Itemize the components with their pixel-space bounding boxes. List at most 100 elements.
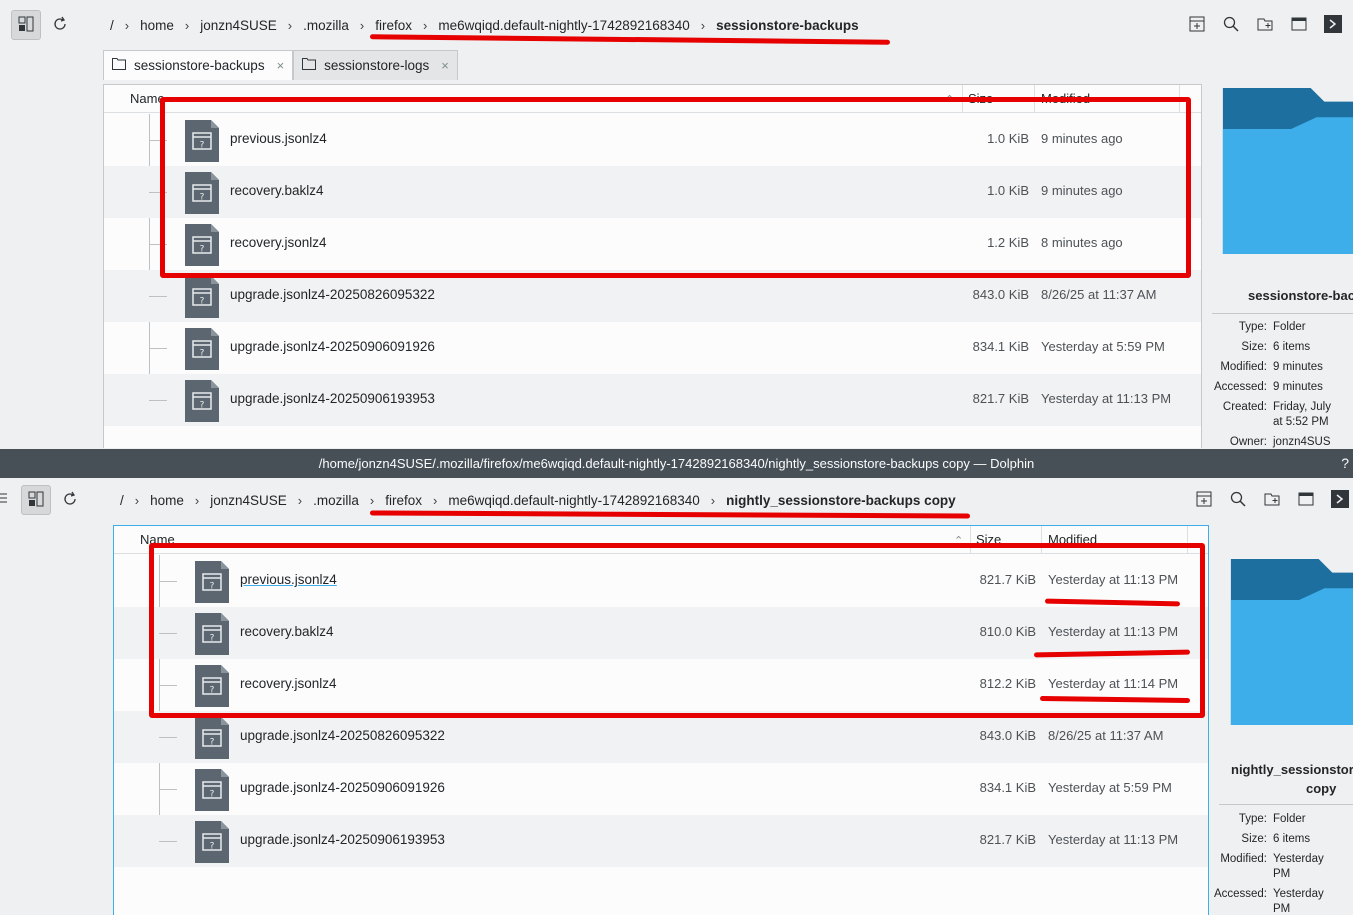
- breadcrumb-current[interactable]: sessionstore-backups: [716, 18, 859, 33]
- breadcrumb-firefox[interactable]: firefox: [385, 493, 422, 508]
- info-property-value: PM: [1273, 903, 1291, 915]
- divider: [1212, 313, 1353, 314]
- reload-icon: [52, 16, 68, 35]
- file-size: 1.0 KiB: [987, 183, 1029, 198]
- file-size: 834.1 KiB: [972, 339, 1029, 354]
- file-row[interactable]: recovery.jsonlz4 812.2 KiB Yesterday at 11…: [114, 659, 1208, 711]
- file-size: 821.7 KiB: [979, 832, 1036, 847]
- unknown-file-icon: [185, 224, 219, 266]
- breadcrumb-firefox[interactable]: firefox: [375, 18, 412, 33]
- window-icon: [1298, 491, 1314, 510]
- window-titlebar: /home/jonzn4SUSE/.mozilla/firefox/me6wqi…: [0, 449, 1353, 478]
- bottom-toolbar: / › home › jonzn4SUSE › .mozilla › firefox › …: [0, 485, 1353, 525]
- help-icon[interactable]: ?: [1341, 449, 1349, 478]
- split-view-button[interactable]: [21, 485, 51, 515]
- unknown-file-icon: [185, 380, 219, 422]
- file-row[interactable]: upgrade.jsonlz4-20250826095322 843.0 KiB 8…: [114, 711, 1208, 763]
- reload-button[interactable]: [55, 485, 85, 515]
- close-icon[interactable]: ×: [277, 58, 285, 73]
- close-icon[interactable]: ×: [441, 58, 449, 73]
- split-view-icon: [28, 491, 44, 510]
- terminal-icon: [1331, 489, 1349, 511]
- file-row[interactable]: previous.jsonlz4 821.7 KiB Yesterday at 11…: [114, 555, 1208, 607]
- chevron-right-icon: ›: [297, 492, 303, 508]
- column-modified[interactable]: Modified: [1041, 91, 1090, 106]
- file-row[interactable]: previous.jsonlz4 1.0 KiB 9 minutes ago: [104, 114, 1201, 166]
- file-row[interactable]: upgrade.jsonlz4-20250826095322 843.0 KiB 8…: [104, 270, 1201, 322]
- file-modified: 9 minutes ago: [1041, 183, 1123, 198]
- terminal-icon: [1324, 14, 1342, 36]
- info-property-key: Modified:: [1220, 853, 1267, 865]
- search-button[interactable]: [1216, 10, 1246, 40]
- split-view-button[interactable]: [11, 10, 41, 40]
- file-row[interactable]: recovery.jsonlz4 1.2 KiB 8 minutes ago: [104, 218, 1201, 270]
- breadcrumb-home[interactable]: home: [150, 493, 184, 508]
- breadcrumb-user[interactable]: jonzn4SUSE: [210, 493, 287, 508]
- breadcrumb-root[interactable]: /: [120, 493, 124, 508]
- tree-branch: [159, 737, 177, 738]
- chevron-right-icon: ›: [369, 492, 375, 508]
- tree-branch: [149, 140, 167, 141]
- file-modified: Yesterday at 11:13 PM: [1048, 572, 1179, 587]
- file-modified: Yesterday at 5:59 PM: [1048, 780, 1172, 795]
- column-header: Name ⌃ Size Modified: [104, 85, 1201, 113]
- file-size: 821.7 KiB: [979, 572, 1036, 587]
- file-name: upgrade.jsonlz4-20250906091926: [240, 780, 445, 795]
- tree-branch: [149, 348, 167, 349]
- info-property-value: Folder: [1273, 321, 1306, 333]
- column-name[interactable]: Name: [130, 91, 165, 106]
- column-name[interactable]: Name: [140, 532, 175, 547]
- tab-sessionstore-backups[interactable]: sessionstore-backups ×: [103, 50, 294, 80]
- search-button[interactable]: [1223, 485, 1253, 515]
- new-folder-button[interactable]: [1257, 485, 1287, 515]
- top-toolbar: / › home › jonzn4SUSE › .mozilla › firefox › …: [0, 10, 1353, 50]
- column-size[interactable]: Size: [968, 91, 993, 106]
- info-property-value: at 5:52 PM: [1273, 416, 1329, 428]
- new-tab-button[interactable]: [1182, 10, 1212, 40]
- unknown-file-icon: [195, 769, 229, 811]
- split-view-icon: [18, 16, 34, 35]
- breadcrumb-current[interactable]: nightly_sessionstore-backups copy: [726, 493, 956, 508]
- new-window-button[interactable]: [1284, 10, 1314, 40]
- new-window-button[interactable]: [1291, 485, 1321, 515]
- file-row[interactable]: upgrade.jsonlz4-20250906193953 821.7 KiB Y…: [104, 374, 1201, 426]
- reload-button[interactable]: [45, 10, 75, 40]
- file-row[interactable]: upgrade.jsonlz4-20250906193953 821.7 KiB Y…: [114, 815, 1208, 867]
- chevron-right-icon: ›: [124, 17, 130, 33]
- reload-icon: [62, 491, 78, 510]
- new-tab-icon: [1196, 491, 1212, 510]
- menu-button[interactable]: [1325, 485, 1353, 515]
- breadcrumb-user[interactable]: jonzn4SUSE: [200, 18, 277, 33]
- panel-toggle-button[interactable]: [0, 485, 16, 515]
- new-tab-button[interactable]: [1189, 485, 1219, 515]
- file-row[interactable]: upgrade.jsonlz4-20250906091926 834.1 KiB Y…: [104, 322, 1201, 374]
- new-folder-button[interactable]: [1250, 10, 1280, 40]
- info-property-value: 6 items: [1273, 833, 1311, 845]
- info-property-key: Modified:: [1220, 361, 1267, 373]
- tree-branch: [159, 685, 177, 686]
- tab-sessionstore-logs[interactable]: sessionstore-logs ×: [293, 50, 458, 80]
- file-row[interactable]: recovery.baklz4 810.0 KiB Yesterday at 11:…: [114, 607, 1208, 659]
- file-name: upgrade.jsonlz4-20250906193953: [230, 391, 435, 406]
- info-property-key: Type:: [1238, 321, 1267, 333]
- column-size[interactable]: Size: [976, 532, 1001, 547]
- column-modified[interactable]: Modified: [1048, 532, 1097, 547]
- breadcrumb-mozilla[interactable]: .mozilla: [303, 18, 349, 33]
- file-size: 843.0 KiB: [972, 287, 1029, 302]
- unknown-file-icon: [185, 120, 219, 162]
- breadcrumb-mozilla[interactable]: .mozilla: [313, 493, 359, 508]
- file-row[interactable]: upgrade.jsonlz4-20250906091926 834.1 KiB Y…: [114, 763, 1208, 815]
- breadcrumb-profile[interactable]: me6wqiqd.default-nightly-1742892168340: [438, 18, 689, 33]
- breadcrumb-home[interactable]: home: [140, 18, 174, 33]
- new-folder-icon: [1257, 16, 1273, 35]
- file-size: 843.0 KiB: [979, 728, 1036, 743]
- file-row[interactable]: recovery.baklz4 1.0 KiB 9 minutes ago: [104, 166, 1201, 218]
- tree-branch: [159, 841, 177, 842]
- menu-button[interactable]: [1318, 10, 1348, 40]
- tree-branch: [149, 244, 167, 245]
- tree-branch: [159, 789, 177, 790]
- tab-label: sessionstore-logs: [324, 58, 430, 73]
- breadcrumb-profile[interactable]: me6wqiqd.default-nightly-1742892168340: [448, 493, 699, 508]
- tab-label: sessionstore-backups: [134, 58, 265, 73]
- breadcrumb-root[interactable]: /: [110, 18, 114, 33]
